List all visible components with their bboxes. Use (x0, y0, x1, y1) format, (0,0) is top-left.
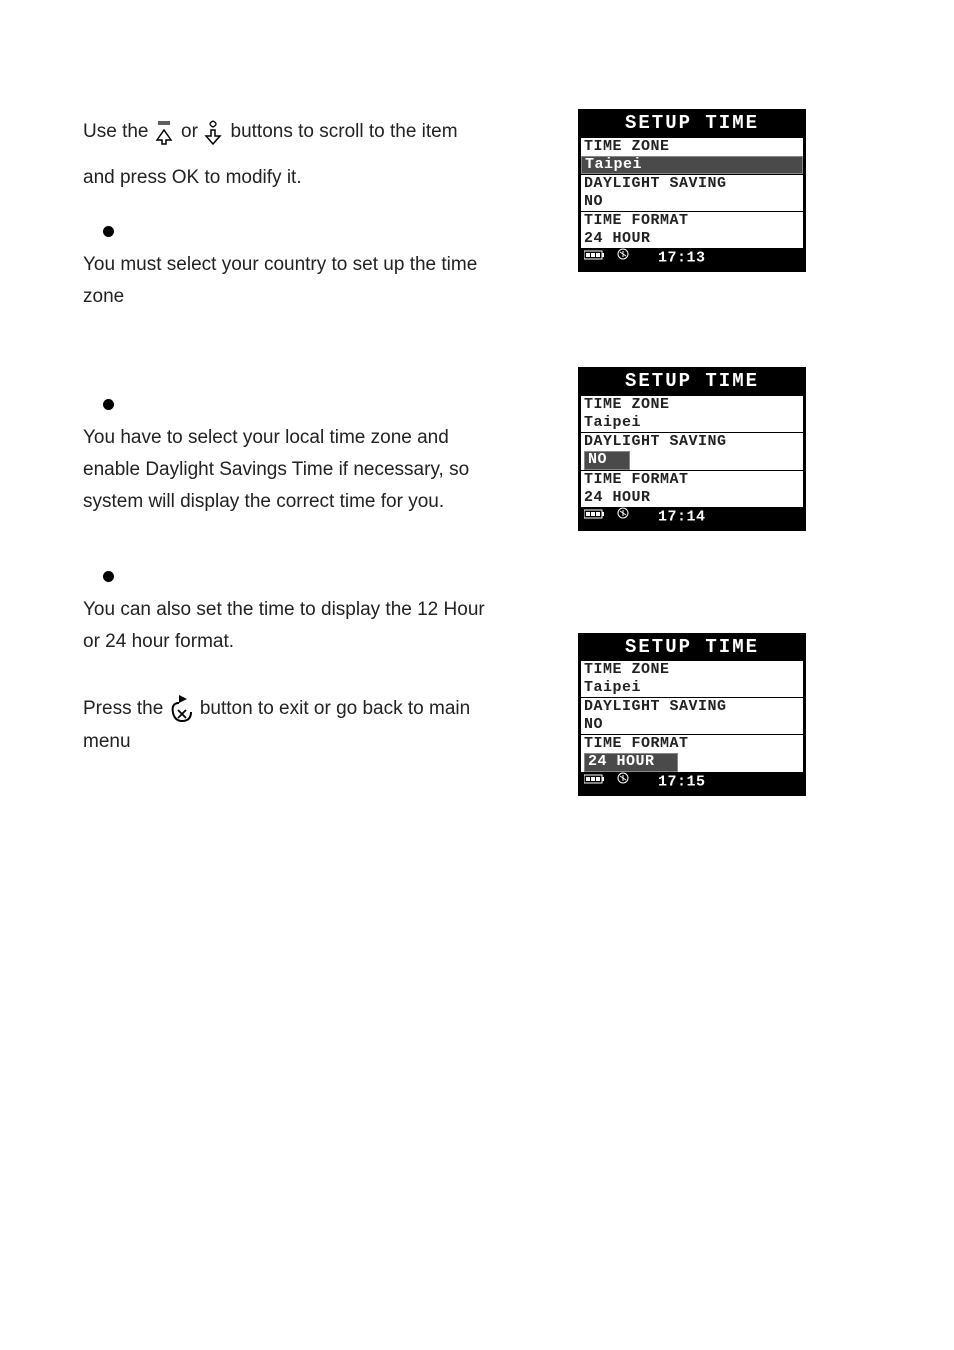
lcd-footer: 17:15 (581, 772, 803, 793)
exit-part1: Press the (83, 698, 163, 719)
lcd-row1-value: Taipei (584, 414, 800, 432)
lcd-row3-value: 24 HOUR (584, 753, 678, 772)
intro-text: Use the or buttons to scroll to the item… (83, 109, 493, 200)
bullet-icon (103, 571, 114, 582)
lcd-row2-value: NO (584, 193, 800, 211)
bullet-icon (103, 226, 114, 237)
lcd-row3-label: TIME FORMAT (584, 471, 800, 489)
up-star-icon (154, 118, 176, 146)
lcd-row1-label: TIME ZONE (584, 396, 800, 414)
lcd-row1-label: TIME ZONE (584, 138, 800, 156)
lcd-row3-label: TIME FORMAT (584, 212, 800, 230)
lcd-screen-timezone: SETUP TIME TIME ZONE Taipei DAYLIGHT SAV… (578, 109, 806, 272)
battery-icon (584, 507, 606, 526)
lcd-footer-time: 17:15 (658, 773, 706, 790)
signal-icon (616, 772, 630, 791)
bullet-icon (103, 399, 114, 410)
lcd-row3-value: 24 HOUR (584, 489, 800, 507)
lcd-row2-label: DAYLIGHT SAVING (584, 698, 800, 716)
section-daylight-text: You have to select your local time zone … (83, 422, 493, 519)
lcd-header: SETUP TIME (581, 112, 803, 137)
battery-icon (584, 772, 606, 791)
lcd-footer-time: 17:13 (658, 250, 706, 267)
down-star-icon (203, 118, 225, 146)
lcd-footer: 17:13 (581, 248, 803, 269)
section-timezone-text: You must select your country to set up t… (83, 249, 493, 314)
lcd-row2-label: DAYLIGHT SAVING (584, 433, 800, 451)
section-timeformat: You can also set the time to display the… (83, 571, 493, 659)
lcd-row1-value: Taipei (584, 679, 800, 697)
lcd-row1-value: Taipei (581, 156, 803, 175)
intro-part2: or (181, 121, 198, 142)
intro-part1: Use the (83, 121, 148, 142)
section-timeformat-text: You can also set the time to display the… (83, 594, 493, 659)
signal-icon (616, 507, 630, 526)
lcd-screen-daylight: SETUP TIME TIME ZONE Taipei DAYLIGHT SAV… (578, 367, 806, 530)
exit-text: Press the button to exit or go back to m… (83, 693, 493, 758)
exit-icon (169, 693, 195, 725)
lcd-row2-value: NO (584, 451, 630, 470)
section-daylight: You have to select your local time zone … (83, 399, 493, 519)
lcd-footer: 17:14 (581, 507, 803, 528)
section-timezone: You must select your country to set up t… (83, 226, 493, 314)
lcd-screen-timeformat: SETUP TIME TIME ZONE Taipei DAYLIGHT SAV… (578, 633, 806, 796)
lcd-row2-label: DAYLIGHT SAVING (584, 175, 800, 193)
lcd-row2-value: NO (584, 716, 800, 734)
lcd-row3-value: 24 HOUR (584, 230, 800, 248)
lcd-row3-label: TIME FORMAT (584, 735, 800, 753)
lcd-footer-time: 17:14 (658, 508, 706, 525)
lcd-header: SETUP TIME (581, 636, 803, 661)
signal-icon (616, 248, 630, 267)
lcd-header: SETUP TIME (581, 370, 803, 395)
lcd-row1-label: TIME ZONE (584, 661, 800, 679)
battery-icon (584, 248, 606, 267)
